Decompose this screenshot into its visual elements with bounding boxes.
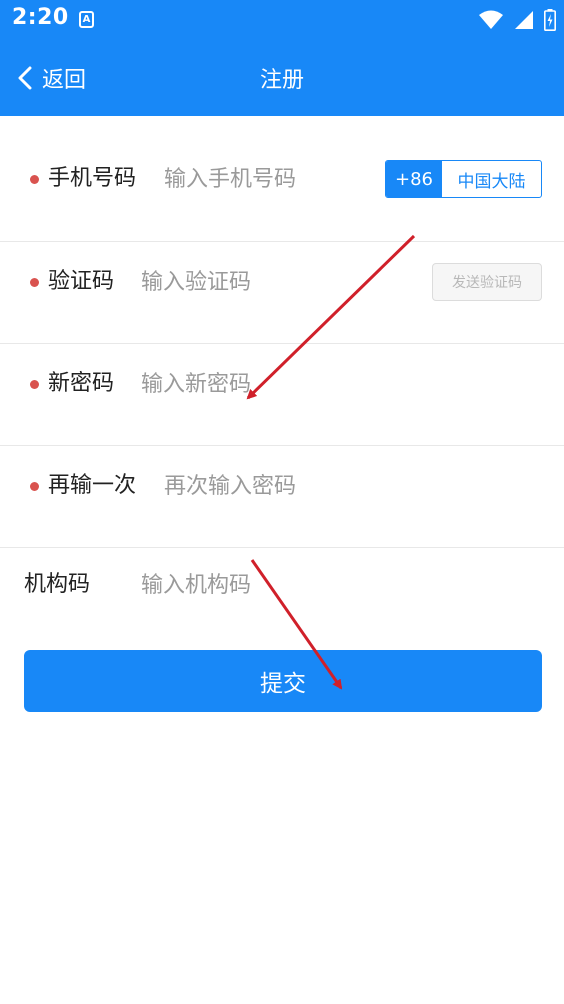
repeat-password-label: 再输一次 [48, 473, 137, 498]
new-password-label: 新密码 [48, 371, 115, 396]
status-time: 2:20 [12, 5, 69, 30]
repeat-password-row: 再输一次 [0, 446, 564, 548]
app-header: 2:20 A 返回 注册 [0, 0, 564, 116]
required-dot [30, 380, 39, 389]
submit-button[interactable]: 提交 [24, 650, 542, 712]
required-dot [30, 482, 39, 491]
required-dot [30, 278, 39, 287]
battery-icon [544, 9, 556, 31]
page-title: 注册 [259, 68, 304, 93]
phone-input[interactable] [164, 162, 374, 196]
repeat-password-input[interactable] [164, 469, 524, 503]
region-name: 中国大陆 [457, 171, 526, 192]
nav-bar: 返回 注册 [0, 40, 564, 116]
org-code-label: 机构码 [24, 572, 91, 597]
region-selector[interactable]: +86 中国大陆 [385, 160, 542, 198]
org-code-input[interactable] [141, 568, 521, 602]
status-bar: 2:20 A [0, 0, 564, 40]
required-dot [30, 175, 39, 184]
send-code-button[interactable]: 发送验证码 [432, 263, 542, 301]
code-label: 验证码 [48, 269, 115, 294]
signal-icon [515, 11, 533, 29]
notification-app-icon: A [79, 11, 94, 28]
country-code: +86 [386, 161, 442, 197]
phone-label: 手机号码 [48, 166, 137, 191]
code-input[interactable] [141, 265, 411, 299]
new-password-input[interactable] [141, 367, 521, 401]
new-password-row: 新密码 [0, 344, 564, 446]
wifi-icon [479, 10, 503, 29]
org-code-row: 机构码 [0, 548, 564, 650]
system-icons [478, 8, 556, 32]
